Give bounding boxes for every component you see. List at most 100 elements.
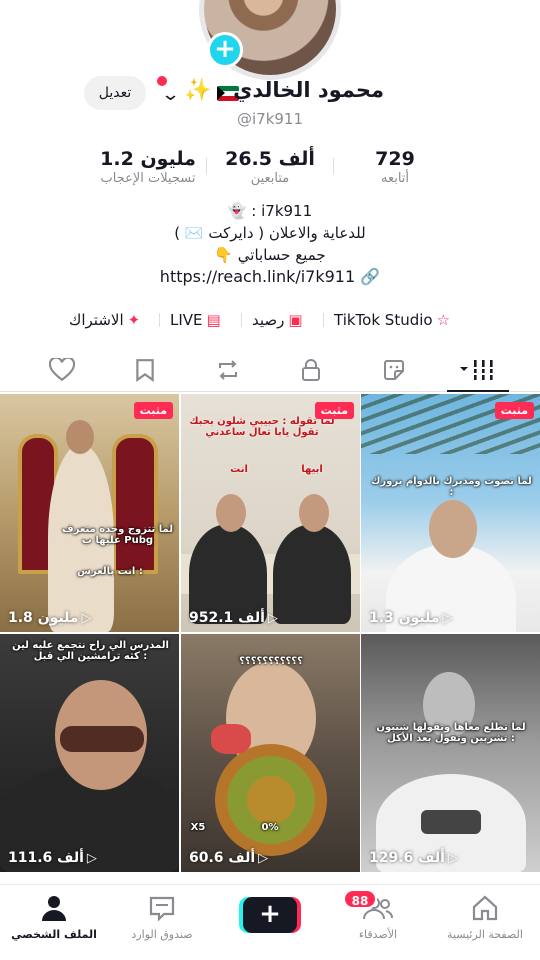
wallet-icon: ▣ [288,311,303,329]
profile-stats: 1.2 مليون تسجيلات الإعجاب 26.5 ألف متابع… [0,148,540,190]
video-caption: لما تطلع معاها وتقولها شتبون تشربين وتقو… [376,722,526,744]
tab-liked[interactable] [32,350,92,392]
video-face [429,500,477,558]
content-tabs [0,350,540,392]
bio-snapchat: 👻 : i7k911 [227,202,313,220]
profile-bio: 👻 : i7k911 للدعاية والاعلان ( دايركت ✉️ … [0,200,540,288]
video-caption: المدرس الي راح نتجمع عليه لين كثه ترامشي… [12,640,169,662]
name-row: تعديل ⌄ ✨ محمود الخالدي [0,76,540,112]
view-count-value: 952.1 ألف [189,610,265,626]
lock-icon [302,359,320,381]
view-count: 952.1 ألف ▷ [189,610,278,626]
tab-private[interactable] [281,350,341,392]
video-thumbnail[interactable]: المدرس الي راح نتجمع عليه لين كثه ترامشي… [0,634,179,872]
view-count-value: 1.8 مليون [8,610,79,626]
tab-reposts[interactable] [198,350,258,392]
bio-link-text[interactable]: https://reach.link/i7k911 [160,267,355,286]
quick-divider [323,313,324,327]
video-thumbnail[interactable]: لما تتزوج وحده متعرف عليها ب Pubg انت با… [0,394,179,632]
bookmark-icon [136,359,154,382]
tab-stickers[interactable] [364,350,424,392]
balance-link[interactable]: رصيد ▣ [252,306,303,334]
video-caption-secondary: 0% [261,822,279,833]
likes-stat[interactable]: 1.2 مليون تسجيلات الإعجاب [78,148,218,186]
video-person [273,524,351,624]
play-icon: ▷ [442,611,453,626]
video-tag: ابيها [301,464,323,475]
likes-count: 1.2 مليون [100,148,196,170]
view-count: 111.6 ألف ▷ [8,850,97,866]
video-person [189,524,267,624]
chatter-teeth-toy [211,724,251,754]
view-count: 1.8 مليون ▷ [8,610,92,626]
play-icon: ▷ [258,851,269,866]
live-tv-icon: ▤ [206,311,221,329]
sparkle-icon: ✨ [184,78,212,103]
followers-stat[interactable]: 26.5 ألف متابعين [200,148,340,186]
followers-count: 26.5 ألف [225,148,315,170]
following-label: أتابعه [380,171,410,186]
profile-icon [42,896,66,921]
likes-label: تسجيلات الإعجاب [100,171,196,186]
subscribe-label: الاشتراك [69,311,124,329]
nav-home[interactable]: الصفحة الرئيسية [435,895,535,941]
throne-chair [112,434,158,574]
video-face [216,494,246,532]
balance-label: رصيد [252,311,285,329]
play-icon: ▷ [86,851,97,866]
pinned-badge: مثبت [133,402,173,419]
link-icon: 🔗 [360,267,381,286]
video-thumbnail[interactable]: لما تقوله : حبيبي شلون بحبك تقول يابا تع… [181,394,360,632]
cup [421,810,481,834]
tab-videos[interactable] [448,350,508,392]
plus-icon[interactable]: + [207,32,243,68]
live-link[interactable]: LIVE ▤ [170,306,221,334]
nav-profile[interactable]: الملف الشخصي [4,895,104,941]
pinned-badge: مثبت [314,402,354,419]
tab-saved[interactable] [115,350,175,392]
video-grid: لما تصوت ومديرك بالدوام يزورك : مثبت 1.3… [0,394,540,874]
play-icon: ▷ [81,611,92,626]
video-thumbnail[interactable]: لما تطلع معاها وتقولها شتبون تشربين وتقو… [361,634,540,872]
tiktok-studio-label: TikTok Studio [334,311,433,329]
following-stat[interactable]: 729 أتابعه [325,148,465,186]
heart-icon [48,356,76,382]
video-thumbnail[interactable]: لما تصوت ومديرك بالدوام يزورك : مثبت 1.3… [361,394,540,632]
inbox-icon [149,896,175,922]
repost-icon [219,360,237,380]
edit-profile-button[interactable]: تعديل [84,76,146,110]
video-caption-tertiary: X5 [190,822,206,833]
subscribe-link[interactable]: الاشتراك ✦ [69,306,140,334]
bio-link[interactable]: https://reach.link/i7k911 🔗 [0,266,540,288]
nav-profile-label: الملف الشخصي [11,928,97,941]
sunglasses [60,726,144,752]
view-count-value: 60.6 ألف [189,850,256,866]
view-count: 1.3 مليون ▷ [369,610,453,626]
play-icon: ▷ [447,851,458,866]
create-button[interactable]: + [243,897,297,933]
pinned-badge: مثبت [494,402,534,419]
view-count-value: 1.3 مليون [369,610,440,626]
video-caption: ؟؟؟؟؟؟؟؟؟؟؟ [239,656,303,667]
nav-inbox-label: صندوق الوارد [131,928,193,941]
play-icon: ▷ [267,611,278,626]
chevron-down-icon[interactable]: ⌄ [161,84,181,105]
star-sparkle-icon: ✦ [127,311,141,329]
home-icon [472,895,498,921]
video-caption: لما تتزوج وحده متعرف عليها ب Pubg [62,524,173,546]
video-caption-secondary: انت بالعرس : [77,566,143,577]
video-face [299,494,329,532]
tiktok-studio-link[interactable]: TikTok Studio ☆ [334,306,450,334]
view-count-value: 129.6 ألف [369,850,445,866]
video-tag: انت [230,464,248,475]
active-tab-indicator [447,390,509,392]
nav-inbox[interactable]: صندوق الوارد [112,895,212,941]
nav-home-label: الصفحة الرئيسية [447,928,523,941]
quick-divider [159,313,160,327]
view-count: 129.6 ألف ▷ [369,850,458,866]
nav-friends-label: الأصدقاء [358,928,398,941]
bio-ads: للدعاية والاعلان ( دايركت ✉️ ) [174,224,366,242]
video-face [66,420,94,454]
video-thumbnail[interactable]: ؟؟؟؟؟؟؟؟؟؟؟ 0% X5 60.6 ألف ▷ [181,634,360,872]
video-caption: لما تصوت ومديرك بالدوام يزورك : [371,476,532,498]
